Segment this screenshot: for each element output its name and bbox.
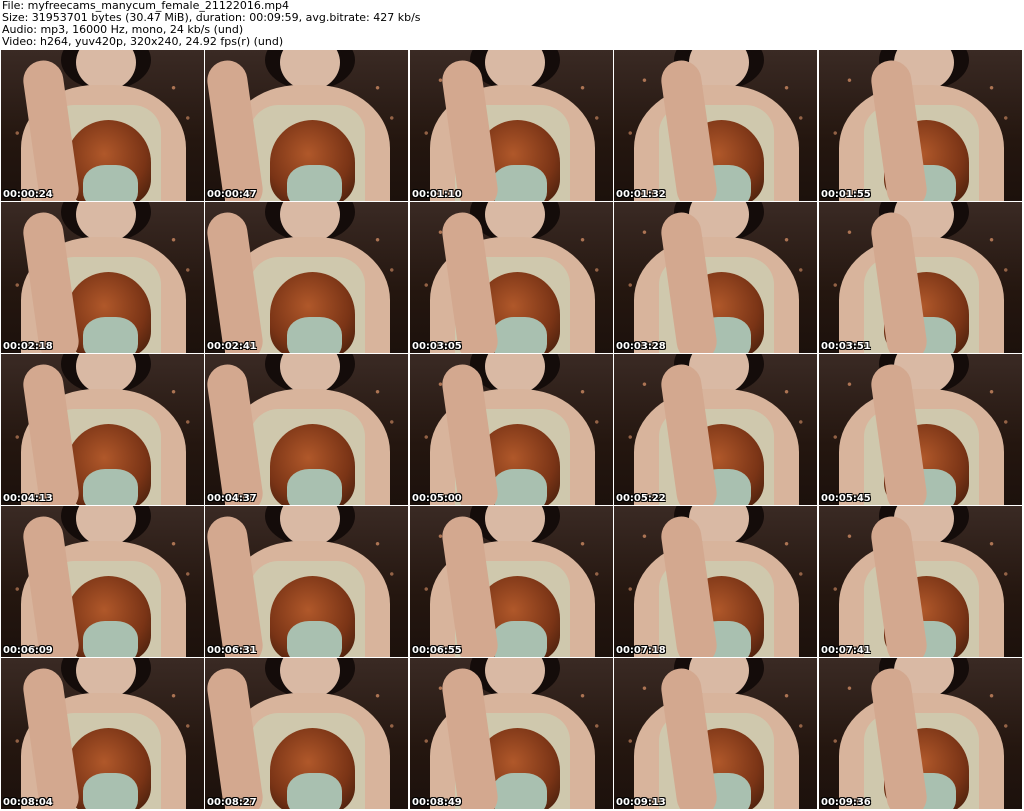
timestamp: 00:06:55 — [412, 645, 462, 656]
video-thumbnail: 00:06:55 — [410, 506, 613, 657]
timestamp: 00:05:00 — [412, 493, 462, 504]
shirt-print-face — [492, 621, 547, 657]
timestamp: 00:02:18 — [3, 341, 53, 352]
timestamp: 00:01:10 — [412, 189, 462, 200]
video-thumbnail: 00:01:32 — [614, 50, 817, 201]
file-info-header: File: myfreecams_manycum_female_21122016… — [0, 0, 1024, 50]
video-thumbnail: 00:02:41 — [205, 202, 408, 353]
timestamp: 00:09:13 — [616, 797, 666, 808]
video-thumbnail: 00:06:31 — [205, 506, 408, 657]
shirt-print-face — [287, 773, 342, 809]
timestamp: 00:07:18 — [616, 645, 666, 656]
timestamp: 00:03:28 — [616, 341, 666, 352]
shirt-print-face — [492, 469, 547, 505]
video-thumbnail: 00:08:27 — [205, 658, 408, 809]
shirt-print-face — [83, 469, 138, 505]
timestamp: 00:08:49 — [412, 797, 462, 808]
video-thumbnail: 00:07:41 — [819, 506, 1022, 657]
video-thumbnail: 00:09:36 — [819, 658, 1022, 809]
timestamp: 00:03:05 — [412, 341, 462, 352]
shirt-print-face — [287, 469, 342, 505]
video-thumbnail: 00:01:10 — [410, 50, 613, 201]
timestamp: 00:07:41 — [821, 645, 871, 656]
video-thumbnail: 00:00:24 — [1, 50, 204, 201]
video-info-line: Video: h264, yuv420p, 320x240, 24.92 fps… — [2, 35, 284, 48]
video-thumbnail: 00:04:37 — [205, 354, 408, 505]
video-thumbnail: 00:05:45 — [819, 354, 1022, 505]
timestamp: 00:04:37 — [207, 493, 257, 504]
video-thumbnail: 00:08:04 — [1, 658, 204, 809]
shirt-print-face — [492, 165, 547, 201]
timestamp: 00:08:04 — [3, 797, 53, 808]
video-thumbnail: 00:03:05 — [410, 202, 613, 353]
timestamp: 00:02:41 — [207, 341, 257, 352]
shirt-print-face — [287, 317, 342, 353]
shirt-print-face — [83, 165, 138, 201]
video-thumbnail: 00:06:09 — [1, 506, 204, 657]
video-thumbnail: 00:09:13 — [614, 658, 817, 809]
timestamp: 00:09:36 — [821, 797, 871, 808]
timestamp: 00:08:27 — [207, 797, 257, 808]
timestamp: 00:01:32 — [616, 189, 666, 200]
timestamp: 00:05:45 — [821, 493, 871, 504]
timestamp: 00:03:51 — [821, 341, 871, 352]
video-thumbnail: 00:04:13 — [1, 354, 204, 505]
video-thumbnail: 00:02:18 — [1, 202, 204, 353]
timestamp: 00:01:55 — [821, 189, 871, 200]
shirt-print-face — [287, 621, 342, 657]
shirt-print-face — [492, 317, 547, 353]
thumbnail-grid: 00:00:24 00:00:47 00:01:10 00:01:32 00:01:55… — [1, 50, 1023, 810]
shirt-print-face — [83, 621, 138, 657]
timestamp: 00:00:24 — [3, 189, 53, 200]
video-thumbnail: 00:03:51 — [819, 202, 1022, 353]
timestamp: 00:06:31 — [207, 645, 257, 656]
timestamp: 00:00:47 — [207, 189, 257, 200]
timestamp: 00:04:13 — [3, 493, 53, 504]
video-thumbnail: 00:03:28 — [614, 202, 817, 353]
shirt-print-face — [83, 773, 138, 809]
video-thumbnail: 00:01:55 — [819, 50, 1022, 201]
timestamp: 00:06:09 — [3, 645, 53, 656]
video-thumbnail: 00:00:47 — [205, 50, 408, 201]
shirt-print-face — [83, 317, 138, 353]
timestamp: 00:05:22 — [616, 493, 666, 504]
video-thumbnail: 00:07:18 — [614, 506, 817, 657]
video-thumbnail: 00:05:22 — [614, 354, 817, 505]
shirt-print-face — [287, 165, 342, 201]
video-thumbnail: 00:08:49 — [410, 658, 613, 809]
shirt-print-face — [492, 773, 547, 809]
video-thumbnail: 00:05:00 — [410, 354, 613, 505]
